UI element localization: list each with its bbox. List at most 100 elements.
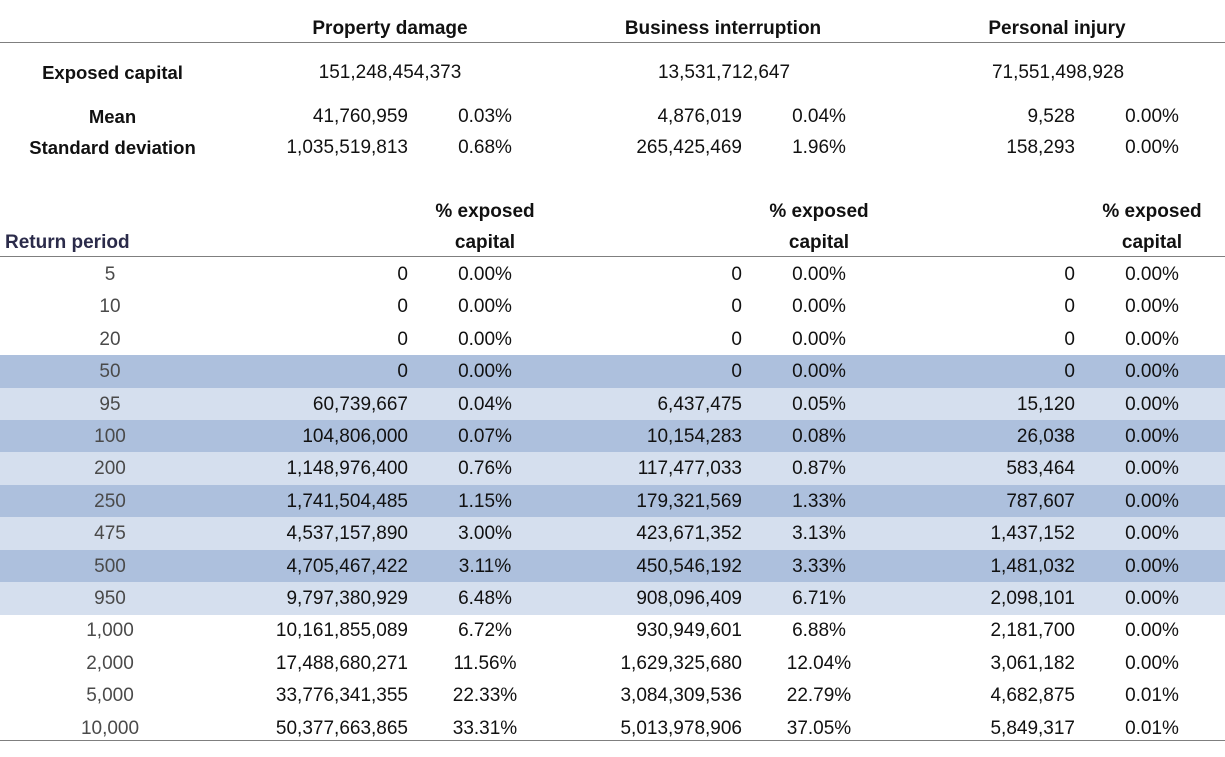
header-property-damage: Property damage bbox=[312, 18, 468, 39]
personal-value-cell: 0 bbox=[1064, 361, 1075, 383]
pct-exposed-header-property: % exposed bbox=[435, 201, 535, 222]
pct-exposed-header-personal: % exposed bbox=[1102, 201, 1202, 222]
business-pct-cell: 0.87% bbox=[792, 458, 846, 480]
property-value-cell: 50,377,663,865 bbox=[275, 717, 408, 739]
return-period-cell: 50 bbox=[99, 361, 121, 383]
property-value-cell: 0 bbox=[397, 264, 408, 285]
return-period-cell: 1,000 bbox=[86, 620, 134, 642]
business-pct-cell: 0.00% bbox=[792, 296, 846, 318]
business-value-cell: 450,546,192 bbox=[636, 555, 742, 577]
personal-pct-cell: 0.00% bbox=[1125, 296, 1179, 318]
personal-pct-cell: 0.00% bbox=[1125, 458, 1179, 480]
property-value-cell: 1,148,976,400 bbox=[286, 458, 408, 480]
return-period-cell: 5 bbox=[104, 264, 116, 285]
property-value-cell: 33,776,341,355 bbox=[275, 685, 408, 707]
property-pct-cell: 0.04% bbox=[458, 393, 512, 415]
exposed-capital-business: 13,531,712,647 bbox=[657, 62, 791, 83]
property-pct-cell: 33.31% bbox=[452, 717, 518, 739]
business-pct-cell: 3.13% bbox=[792, 523, 846, 545]
property-pct-cell: 6.48% bbox=[458, 588, 512, 609]
property-pct-cell: 3.00% bbox=[458, 523, 512, 545]
personal-value-cell: 2,098,101 bbox=[990, 588, 1075, 609]
property-value-cell: 104,806,000 bbox=[302, 426, 408, 447]
business-pct-cell: 1.33% bbox=[792, 490, 846, 512]
property-pct-cell: 0.00% bbox=[458, 264, 512, 285]
business-pct-cell: 22.79% bbox=[786, 685, 852, 707]
personal-value-cell: 1,437,152 bbox=[990, 523, 1075, 545]
personal-value-cell: 0 bbox=[1064, 264, 1075, 285]
property-pct-cell: 22.33% bbox=[452, 685, 518, 707]
business-value-cell: 179,321,569 bbox=[636, 490, 742, 512]
return-period-header: Return period bbox=[5, 232, 130, 253]
business-pct-cell: 0.00% bbox=[792, 328, 846, 350]
header-business-interruption: Business interruption bbox=[624, 18, 822, 39]
business-pct-cell: 0.00% bbox=[792, 361, 846, 383]
personal-value-cell: 2,181,700 bbox=[990, 620, 1075, 642]
header-personal-injury: Personal injury bbox=[988, 18, 1126, 39]
property-value-cell: 0 bbox=[397, 328, 408, 350]
return-period-cell: 20 bbox=[99, 328, 121, 350]
business-value-cell: 3,084,309,536 bbox=[620, 685, 742, 707]
sd-property-value: 1,035,519,813 bbox=[286, 137, 408, 158]
return-period-cell: 5,000 bbox=[86, 685, 134, 707]
business-pct-cell: 37.05% bbox=[786, 717, 852, 739]
return-period-cell: 950 bbox=[94, 588, 126, 609]
business-value-cell: 423,671,352 bbox=[636, 523, 742, 545]
return-period-cell: 2,000 bbox=[86, 652, 134, 674]
personal-pct-cell: 0.00% bbox=[1125, 361, 1179, 383]
mean-property-pct: 0.03% bbox=[458, 106, 512, 127]
property-pct-cell: 6.72% bbox=[458, 620, 512, 642]
exposed-capital-personal: 71,551,498,928 bbox=[991, 62, 1125, 83]
personal-pct-cell: 0.00% bbox=[1125, 426, 1179, 447]
property-pct-cell: 0.00% bbox=[458, 328, 512, 350]
pct-exposed-header-business-line2: capital bbox=[788, 232, 850, 253]
personal-pct-cell: 0.00% bbox=[1125, 652, 1179, 674]
mean-personal-value: 9,528 bbox=[1027, 106, 1075, 127]
property-pct-cell: 11.56% bbox=[453, 652, 517, 674]
personal-value-cell: 15,120 bbox=[1016, 393, 1075, 415]
business-pct-cell: 0.00% bbox=[792, 264, 846, 285]
property-pct-cell: 0.76% bbox=[458, 458, 512, 480]
business-pct-cell: 6.71% bbox=[792, 588, 846, 609]
return-period-cell: 100 bbox=[94, 426, 126, 447]
business-value-cell: 6,437,475 bbox=[657, 393, 742, 415]
personal-pct-cell: 0.00% bbox=[1125, 328, 1179, 350]
top-rule bbox=[0, 42, 1225, 43]
personal-pct-cell: 0.00% bbox=[1125, 490, 1179, 512]
personal-value-cell: 4,682,875 bbox=[990, 685, 1075, 707]
property-value-cell: 17,488,680,271 bbox=[275, 652, 408, 674]
business-value-cell: 930,949,601 bbox=[636, 620, 742, 642]
return-period-cell: 500 bbox=[94, 555, 126, 577]
business-value-cell: 10,154,283 bbox=[646, 426, 742, 447]
personal-value-cell: 3,061,182 bbox=[990, 652, 1075, 674]
property-pct-cell: 1.15% bbox=[458, 490, 512, 512]
sd-personal-value: 158,293 bbox=[1006, 137, 1075, 158]
return-period-cell: 250 bbox=[94, 490, 126, 512]
property-value-cell: 0 bbox=[397, 296, 408, 318]
business-pct-cell: 6.88% bbox=[792, 620, 846, 642]
business-pct-cell: 12.04% bbox=[786, 652, 852, 674]
business-value-cell: 1,629,325,680 bbox=[620, 652, 742, 674]
mean-business-value: 4,876,019 bbox=[657, 106, 742, 127]
property-value-cell: 4,537,157,890 bbox=[286, 523, 408, 545]
property-value-cell: 60,739,667 bbox=[312, 393, 408, 415]
exposed-capital-label: Exposed capital bbox=[42, 62, 183, 83]
personal-pct-cell: 0.00% bbox=[1125, 588, 1179, 609]
personal-pct-cell: 0.00% bbox=[1125, 523, 1179, 545]
return-period-cell: 200 bbox=[94, 458, 126, 480]
pct-exposed-header-personal-line2: capital bbox=[1121, 232, 1183, 253]
business-value-cell: 0 bbox=[731, 296, 742, 318]
sd-personal-pct: 0.00% bbox=[1125, 137, 1179, 158]
business-pct-cell: 0.08% bbox=[792, 426, 846, 447]
return-period-cell: 475 bbox=[94, 523, 126, 545]
mean-property-value: 41,760,959 bbox=[312, 106, 408, 127]
standard-deviation-label: Standard deviation bbox=[29, 137, 196, 158]
property-pct-cell: 0.00% bbox=[458, 296, 512, 318]
business-value-cell: 0 bbox=[731, 328, 742, 350]
business-value-cell: 117,477,033 bbox=[637, 458, 742, 480]
business-value-cell: 0 bbox=[731, 264, 742, 285]
property-pct-cell: 3.11% bbox=[458, 555, 512, 577]
personal-value-cell: 583,464 bbox=[1006, 458, 1075, 480]
personal-pct-cell: 0.00% bbox=[1125, 555, 1179, 577]
personal-pct-cell: 0.01% bbox=[1125, 685, 1179, 707]
